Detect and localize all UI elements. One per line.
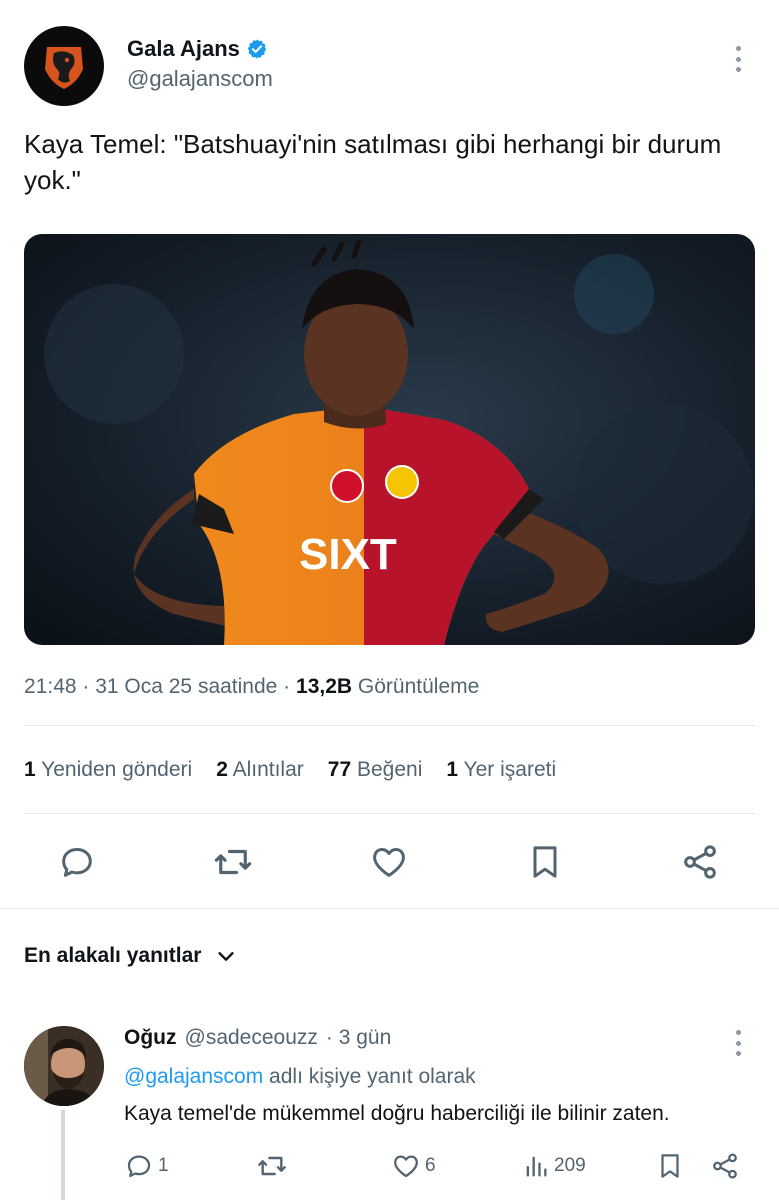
reply-time[interactable]: · 3 gün — [326, 1026, 391, 1050]
verified-badge-icon — [247, 39, 267, 59]
views-count: 13,2B — [296, 675, 353, 698]
reply-button[interactable] — [55, 840, 99, 884]
reply-header: Oğuz @sadeceouzz · 3 gün — [124, 1026, 391, 1050]
reply-like-button[interactable]: 6 — [391, 1150, 436, 1182]
reply-icon — [62, 848, 92, 877]
reply-reply-count: 1 — [158, 1155, 169, 1176]
repost-button[interactable] — [211, 840, 255, 884]
tweet-time[interactable]: 21:48 · 31 Oca 25 saatinde · — [24, 675, 296, 698]
thread-line — [61, 1110, 65, 1200]
reposts-stat[interactable]: 1 Yeniden gönderi — [24, 758, 192, 782]
bookmarks-stat[interactable]: 1 Yer işareti — [446, 758, 556, 782]
more-options-button[interactable] — [726, 44, 750, 74]
bookmark-button[interactable] — [523, 840, 567, 884]
reply-bookmark-button[interactable] — [655, 1150, 685, 1182]
reply-avatar-image — [24, 1026, 104, 1106]
chevron-down-icon — [218, 952, 235, 961]
share-button[interactable] — [678, 840, 722, 884]
tweet-text: Kaya Temel: "Batshuayi'nin satılması gib… — [24, 129, 722, 195]
tweet-photo[interactable]: SIXT — [24, 234, 755, 645]
author-handle[interactable]: @galajanscom — [127, 66, 273, 92]
reply-repost-button[interactable] — [256, 1150, 288, 1182]
share-icon — [684, 845, 716, 879]
reply-icon — [127, 1155, 151, 1178]
bookmark-icon — [661, 1154, 679, 1178]
svg-text:SIXT: SIXT — [299, 530, 397, 579]
tweet-timestamp: 21:48 · 31 Oca 25 saatinde · 13,2B Görün… — [24, 675, 479, 699]
reply-more-options-button[interactable] — [726, 1030, 750, 1056]
views-chart-icon — [526, 1156, 547, 1177]
like-icon — [394, 1155, 418, 1178]
reply-author-avatar[interactable] — [24, 1026, 104, 1106]
reply-mention-link[interactable]: @galajanscom — [124, 1065, 263, 1088]
reply-to-label: adlı kişiye yanıt olarak — [263, 1065, 476, 1088]
more-dot-icon — [735, 1051, 741, 1056]
like-icon — [373, 848, 405, 877]
author-avatar[interactable] — [24, 26, 104, 106]
reply-views-button[interactable]: 209 — [522, 1150, 586, 1182]
likes-stat[interactable]: 77 Beğeni — [328, 758, 423, 782]
more-dot-icon — [735, 1040, 741, 1046]
divider — [0, 908, 779, 909]
replies-sort-label: En alakalı yanıtlar — [24, 944, 202, 967]
quotes-label: Alıntılar — [232, 758, 304, 781]
reply-share-button[interactable] — [710, 1150, 740, 1182]
like-button[interactable] — [367, 840, 411, 884]
author-name-text[interactable]: Gala Ajans — [127, 36, 240, 62]
gala-ajans-logo-icon — [45, 47, 83, 89]
reply-reply-button[interactable]: 1 — [124, 1150, 169, 1182]
repost-icon — [258, 1156, 286, 1176]
replying-to: @galajanscom adlı kişiye yanıt olarak — [124, 1065, 476, 1089]
reply-author-handle[interactable]: @sadeceouzz — [185, 1026, 318, 1050]
quotes-stat[interactable]: 2 Alıntılar — [216, 758, 304, 782]
quotes-count: 2 — [216, 758, 228, 781]
more-dot-icon — [735, 67, 741, 72]
reply-like-count: 6 — [425, 1155, 436, 1176]
more-dot-icon — [735, 46, 741, 51]
reply-text: Kaya temel'de mükemmel doğru haberciliği… — [124, 1102, 670, 1125]
reposts-label: Yeniden gönderi — [41, 758, 193, 781]
more-dot-icon — [735, 1030, 741, 1035]
replies-sort-dropdown[interactable]: En alakalı yanıtlar — [24, 944, 237, 968]
repost-icon — [214, 849, 252, 875]
likes-count: 77 — [327, 758, 352, 781]
more-dot-icon — [735, 56, 741, 62]
views-label: Görüntüleme — [352, 675, 480, 698]
author-name[interactable]: Gala Ajans — [127, 36, 268, 62]
share-icon — [713, 1153, 737, 1179]
likes-label: Beğeni — [356, 758, 423, 781]
bookmark-icon — [533, 846, 557, 878]
bookmarks-count: 1 — [446, 758, 459, 781]
bookmarks-label: Yer işareti — [463, 758, 557, 781]
divider — [24, 813, 755, 814]
reposts-count: 1 — [24, 758, 36, 781]
player-photo-image: SIXT — [24, 234, 755, 645]
reply-views-count: 209 — [554, 1155, 586, 1176]
engagement-stats: 1 Yeniden gönderi 2 Alıntılar 77 Beğeni … — [24, 758, 556, 782]
reply-author-name[interactable]: Oğuz — [124, 1026, 177, 1050]
divider — [24, 725, 755, 726]
